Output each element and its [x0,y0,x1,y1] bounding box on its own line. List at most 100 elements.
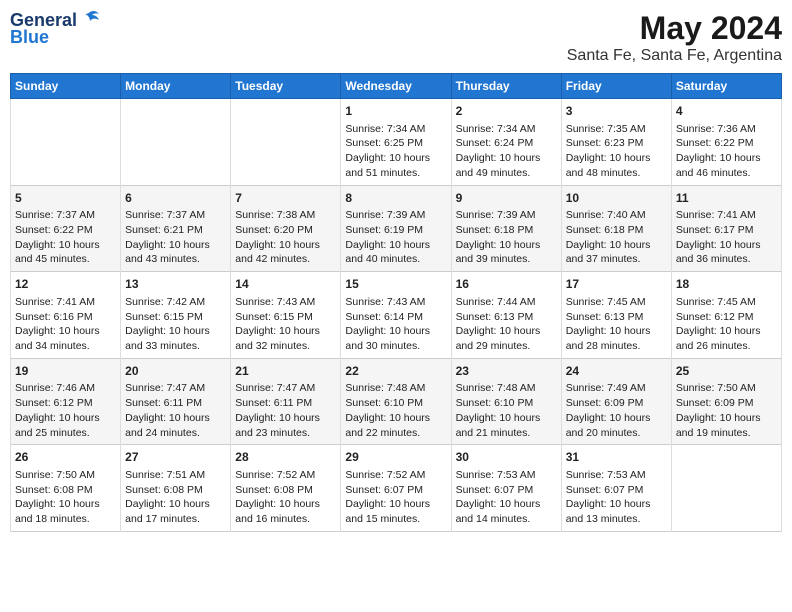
day-info: Sunrise: 7:34 AM Sunset: 6:24 PM Dayligh… [456,122,557,181]
day-number: 29 [345,449,446,466]
day-info: Sunrise: 7:49 AM Sunset: 6:09 PM Dayligh… [566,381,667,440]
day-number: 2 [456,103,557,120]
day-info: Sunrise: 7:51 AM Sunset: 6:08 PM Dayligh… [125,468,226,527]
day-number: 1 [345,103,446,120]
weekday-header-tuesday: Tuesday [231,74,341,99]
day-info: Sunrise: 7:41 AM Sunset: 6:16 PM Dayligh… [15,295,116,354]
calendar-cell: 7Sunrise: 7:38 AM Sunset: 6:20 PM Daylig… [231,185,341,272]
calendar-cell: 25Sunrise: 7:50 AM Sunset: 6:09 PM Dayli… [671,358,781,445]
day-number: 9 [456,190,557,207]
weekday-header-sunday: Sunday [11,74,121,99]
weekday-header-wednesday: Wednesday [341,74,451,99]
day-number: 18 [676,276,777,293]
day-info: Sunrise: 7:37 AM Sunset: 6:21 PM Dayligh… [125,208,226,267]
day-number: 11 [676,190,777,207]
calendar-cell: 10Sunrise: 7:40 AM Sunset: 6:18 PM Dayli… [561,185,671,272]
day-number: 25 [676,363,777,380]
calendar-cell: 22Sunrise: 7:48 AM Sunset: 6:10 PM Dayli… [341,358,451,445]
day-number: 10 [566,190,667,207]
day-info: Sunrise: 7:46 AM Sunset: 6:12 PM Dayligh… [15,381,116,440]
calendar-cell: 11Sunrise: 7:41 AM Sunset: 6:17 PM Dayli… [671,185,781,272]
day-info: Sunrise: 7:39 AM Sunset: 6:18 PM Dayligh… [456,208,557,267]
day-info: Sunrise: 7:47 AM Sunset: 6:11 PM Dayligh… [125,381,226,440]
calendar-cell: 6Sunrise: 7:37 AM Sunset: 6:21 PM Daylig… [121,185,231,272]
calendar-cell: 17 Sunrise: 7:45 AM Sunset: 6:13 PM Dayli… [561,272,671,359]
logo-bird-icon [79,8,101,30]
weekday-header-row: SundayMondayTuesdayWednesdayThursdayFrid… [11,74,782,99]
day-number: 16 [456,276,557,293]
day-number: 31 [566,449,667,466]
calendar-cell: 9Sunrise: 7:39 AM Sunset: 6:18 PM Daylig… [451,185,561,272]
day-number: 3 [566,103,667,120]
calendar-cell: 28 Sunrise: 7:52 AM Sunset: 6:08 PM Dayli… [231,445,341,532]
day-info: Sunrise: 7:39 AM Sunset: 6:19 PM Dayligh… [345,208,446,267]
calendar-cell: 24Sunrise: 7:49 AM Sunset: 6:09 PM Dayli… [561,358,671,445]
day-info: Sunrise: 7:34 AM Sunset: 6:25 PM Dayligh… [345,122,446,181]
day-info: Sunrise: 7:45 AM Sunset: 6:12 PM Dayligh… [676,295,777,354]
weekday-header-saturday: Saturday [671,74,781,99]
calendar-cell [121,99,231,186]
day-info: Sunrise: 7:41 AM Sunset: 6:17 PM Dayligh… [676,208,777,267]
calendar-cell: 2 Sunrise: 7:34 AM Sunset: 6:24 PM Daylig… [451,99,561,186]
calendar-cell: 12 Sunrise: 7:41 AM Sunset: 6:16 PM Dayli… [11,272,121,359]
day-info: Sunrise: 7:38 AM Sunset: 6:20 PM Dayligh… [235,208,336,267]
day-number: 17 [566,276,667,293]
title-block: May 2024 Santa Fe, Santa Fe, Argentina [567,10,782,65]
day-number: 30 [456,449,557,466]
page-header: General Blue May 2024 Santa Fe, Santa Fe… [10,10,782,65]
calendar-cell: 16 Sunrise: 7:44 AM Sunset: 6:13 PM Dayli… [451,272,561,359]
day-info: Sunrise: 7:48 AM Sunset: 6:10 PM Dayligh… [345,381,446,440]
day-info: Sunrise: 7:53 AM Sunset: 6:07 PM Dayligh… [456,468,557,527]
calendar-cell: 13 Sunrise: 7:42 AM Sunset: 6:15 PM Dayli… [121,272,231,359]
logo: General Blue [10,10,101,48]
calendar-cell [671,445,781,532]
day-number: 7 [235,190,336,207]
day-number: 20 [125,363,226,380]
day-info: Sunrise: 7:42 AM Sunset: 6:15 PM Dayligh… [125,295,226,354]
weekday-header-thursday: Thursday [451,74,561,99]
day-number: 13 [125,276,226,293]
calendar-week-row: 1 Sunrise: 7:34 AM Sunset: 6:25 PM Daylig… [11,99,782,186]
calendar-cell: 26Sunrise: 7:50 AM Sunset: 6:08 PM Dayli… [11,445,121,532]
calendar-cell: 29 Sunrise: 7:52 AM Sunset: 6:07 PM Dayli… [341,445,451,532]
calendar-cell: 4Sunrise: 7:36 AM Sunset: 6:22 PM Daylig… [671,99,781,186]
day-number: 28 [235,449,336,466]
day-number: 5 [15,190,116,207]
day-info: Sunrise: 7:43 AM Sunset: 6:14 PM Dayligh… [345,295,446,354]
day-number: 12 [15,276,116,293]
calendar-cell [231,99,341,186]
day-number: 15 [345,276,446,293]
calendar-cell: 18 Sunrise: 7:45 AM Sunset: 6:12 PM Dayli… [671,272,781,359]
calendar-week-row: 26Sunrise: 7:50 AM Sunset: 6:08 PM Dayli… [11,445,782,532]
subtitle: Santa Fe, Santa Fe, Argentina [567,47,782,65]
day-info: Sunrise: 7:50 AM Sunset: 6:09 PM Dayligh… [676,381,777,440]
calendar-cell: 31Sunrise: 7:53 AM Sunset: 6:07 PM Dayli… [561,445,671,532]
calendar-cell: 1 Sunrise: 7:34 AM Sunset: 6:25 PM Daylig… [341,99,451,186]
calendar-cell: 30 Sunrise: 7:53 AM Sunset: 6:07 PM Dayli… [451,445,561,532]
day-info: Sunrise: 7:37 AM Sunset: 6:22 PM Dayligh… [15,208,116,267]
day-info: Sunrise: 7:52 AM Sunset: 6:07 PM Dayligh… [345,468,446,527]
calendar-week-row: 19Sunrise: 7:46 AM Sunset: 6:12 PM Dayli… [11,358,782,445]
day-info: Sunrise: 7:35 AM Sunset: 6:23 PM Dayligh… [566,122,667,181]
main-title: May 2024 [567,10,782,47]
calendar-cell: 19Sunrise: 7:46 AM Sunset: 6:12 PM Dayli… [11,358,121,445]
weekday-header-monday: Monday [121,74,231,99]
day-info: Sunrise: 7:44 AM Sunset: 6:13 PM Dayligh… [456,295,557,354]
calendar-cell: 15 Sunrise: 7:43 AM Sunset: 6:14 PM Dayli… [341,272,451,359]
day-number: 21 [235,363,336,380]
day-number: 14 [235,276,336,293]
calendar-cell: 5Sunrise: 7:37 AM Sunset: 6:22 PM Daylig… [11,185,121,272]
calendar-cell: 8Sunrise: 7:39 AM Sunset: 6:19 PM Daylig… [341,185,451,272]
day-number: 8 [345,190,446,207]
day-number: 6 [125,190,226,207]
day-info: Sunrise: 7:52 AM Sunset: 6:08 PM Dayligh… [235,468,336,527]
day-info: Sunrise: 7:47 AM Sunset: 6:11 PM Dayligh… [235,381,336,440]
calendar-cell: 14 Sunrise: 7:43 AM Sunset: 6:15 PM Dayli… [231,272,341,359]
logo-blue-text: Blue [10,27,49,48]
day-info: Sunrise: 7:43 AM Sunset: 6:15 PM Dayligh… [235,295,336,354]
day-info: Sunrise: 7:45 AM Sunset: 6:13 PM Dayligh… [566,295,667,354]
day-info: Sunrise: 7:36 AM Sunset: 6:22 PM Dayligh… [676,122,777,181]
day-number: 26 [15,449,116,466]
day-info: Sunrise: 7:40 AM Sunset: 6:18 PM Dayligh… [566,208,667,267]
calendar-cell: 27Sunrise: 7:51 AM Sunset: 6:08 PM Dayli… [121,445,231,532]
